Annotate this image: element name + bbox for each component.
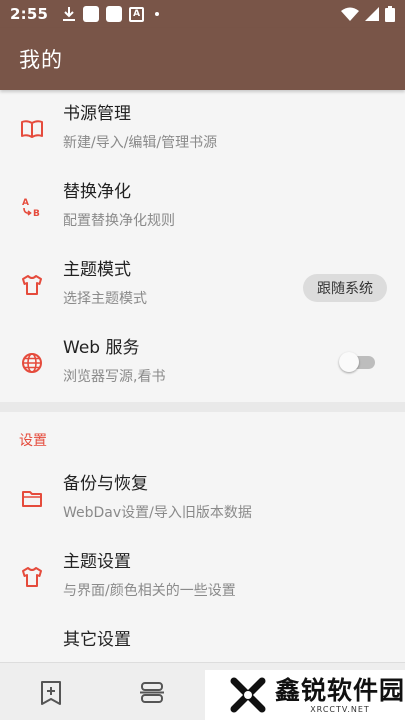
svg-text:A: A <box>22 198 29 208</box>
section-header-settings: 设置 <box>19 433 47 449</box>
more-notifications-dot-icon <box>155 12 160 16</box>
watermark: 鑫锐软件园 XRCCTV.NET <box>205 670 405 720</box>
item-text: Web 服务 浏览器写源,看书 <box>63 337 165 386</box>
folder-icon <box>20 487 44 511</box>
status-bar: 2:55 A <box>0 0 405 28</box>
status-time: 2:55 <box>10 5 49 23</box>
section-divider <box>0 402 405 412</box>
font-a-icon: A <box>129 6 145 22</box>
item-subtitle: 浏览器写源,看书 <box>63 369 166 385</box>
watermark-text: 鑫锐软件园 XRCCTV.NET <box>275 675 405 714</box>
item-text: 主题模式 选择主题模式 <box>63 259 147 308</box>
item-title: Web 服务 <box>63 338 140 358</box>
item-subtitle: 与界面/颜色相关的一些设置 <box>63 583 236 599</box>
item-text: 替换净化 配置替换净化规则 <box>63 181 175 230</box>
item-subtitle: 配置替换净化规则 <box>63 213 175 229</box>
item-title: 备份与恢复 <box>63 474 148 494</box>
page-title: 我的 <box>19 48 63 72</box>
globe-icon <box>20 351 44 375</box>
notification-icons: A <box>62 6 160 22</box>
item-text: 其它设置 <box>63 629 131 651</box>
switch-thumb <box>339 352 359 372</box>
item-subtitle: WebDav设置/导入旧版本数据 <box>63 505 252 521</box>
watermark-name: 鑫锐软件园 <box>275 675 405 705</box>
item-title: 其它设置 <box>63 630 131 650</box>
item-subtitle: 新建/导入/编辑/管理书源 <box>63 135 218 151</box>
app-notification-icon <box>83 6 100 22</box>
tshirt-icon <box>20 273 44 297</box>
nav-explore[interactable] <box>138 680 164 706</box>
wifi-icon <box>341 7 359 21</box>
stack-layers-icon <box>140 682 164 703</box>
item-title: 替换净化 <box>63 182 131 202</box>
app-notification-icon <box>106 6 123 22</box>
web-service-switch[interactable] <box>339 351 375 373</box>
list-item-replace-rules[interactable]: A B 替换净化 配置替换净化规则 <box>0 168 405 246</box>
tshirt-icon <box>20 565 44 589</box>
content-list: 书源管理 新建/导入/编辑/管理书源 A B 替换净化 配置替换净化规则 主题模… <box>0 90 405 662</box>
item-title: 主题设置 <box>63 552 131 572</box>
item-text: 主题设置 与界面/颜色相关的一些设置 <box>63 551 236 600</box>
svg-text:B: B <box>33 209 40 219</box>
bookmark-add-icon <box>41 681 61 705</box>
item-title: 主题模式 <box>63 260 131 280</box>
list-item-book-source[interactable]: 书源管理 新建/导入/编辑/管理书源 <box>0 90 405 168</box>
list-item-other-settings[interactable]: 其它设置 <box>0 616 405 662</box>
download-icon <box>63 7 76 21</box>
system-status-icons <box>341 6 395 22</box>
watermark-url: XRCCTV.NET <box>310 704 370 714</box>
signal-icon <box>365 7 379 21</box>
book-icon <box>20 117 44 141</box>
list-item-theme-settings[interactable]: 主题设置 与界面/颜色相关的一些设置 <box>0 538 405 616</box>
item-text: 书源管理 新建/导入/编辑/管理书源 <box>63 103 217 152</box>
item-text: 备份与恢复 WebDav设置/导入旧版本数据 <box>63 473 252 522</box>
theme-mode-chip[interactable]: 跟随系统 <box>303 274 387 302</box>
replace-ab-icon: A B <box>20 195 44 219</box>
list-item-backup-restore[interactable]: 备份与恢复 WebDav设置/导入旧版本数据 <box>0 460 405 538</box>
nav-bookshelf[interactable] <box>38 680 64 706</box>
battery-icon <box>385 6 395 22</box>
list-item-web-service[interactable]: Web 服务 浏览器写源,看书 <box>0 324 405 402</box>
watermark-logo <box>225 672 271 718</box>
app-bar: 我的 <box>0 28 405 90</box>
item-title: 书源管理 <box>63 104 131 124</box>
item-subtitle: 选择主题模式 <box>63 291 147 307</box>
list-item-theme-mode[interactable]: 主题模式 选择主题模式 跟随系统 <box>0 246 405 324</box>
